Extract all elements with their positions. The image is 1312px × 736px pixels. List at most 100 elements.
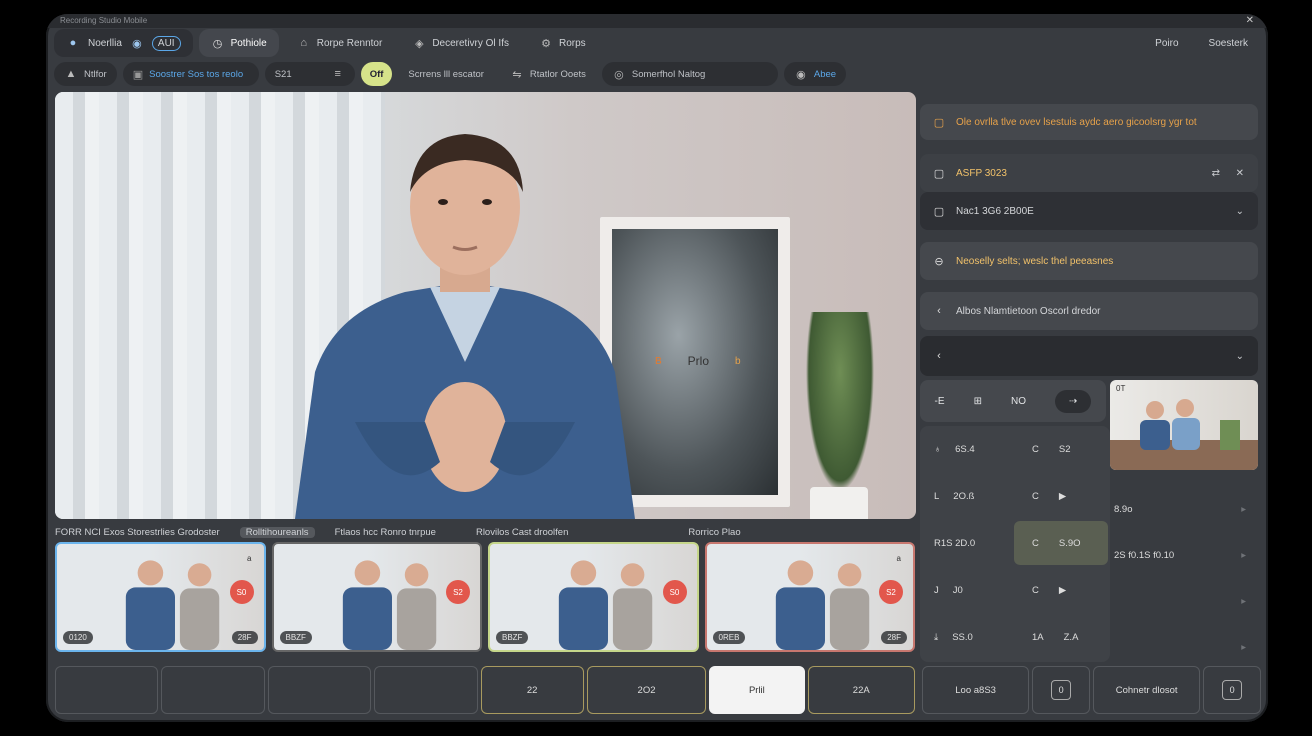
strip-label: Rorrico Plao xyxy=(688,526,741,538)
grid-row[interactable]: L 2O.ß C ▶ xyxy=(920,473,1110,519)
chip-label: Scrrens lll escator xyxy=(408,68,484,80)
home-chip[interactable]: ▲ Ntlfor xyxy=(54,62,117,86)
play-icon: ▶ xyxy=(1058,584,1067,596)
counter-chip[interactable]: S21 ≡ xyxy=(264,62,355,86)
settings-grid: ♁ 6S.4 C S2 L 2O.ß C ▶ R1S 2D.0 C S.9O J J0 C ▶… xyxy=(920,426,1110,662)
j-icon: J xyxy=(934,584,939,596)
bottom-slot[interactable]: 0 xyxy=(1203,666,1261,714)
notice-card[interactable]: ▢ Ole ovrlla tlve ovev lsestuis aydc aer… xyxy=(920,104,1258,140)
preview-thumbnail[interactable]: 0T xyxy=(1110,380,1258,470)
brand-pill[interactable]: ● Noerllia ◉ AUI xyxy=(54,29,193,57)
bottom-slot-active[interactable]: Prlil xyxy=(709,666,805,714)
tool-no[interactable]: NO xyxy=(1011,396,1026,407)
aspect-card[interactable]: ▢ ASFP 3023 ⇄ ✕ xyxy=(920,154,1258,192)
globe-icon: ◉ xyxy=(132,37,142,50)
bottom-slot[interactable]: 22A xyxy=(807,666,915,714)
grid-row[interactable]: ♁ 6S.4 C S2 xyxy=(920,426,1110,472)
grid-row[interactable]: R1S 2D.0 C S.9O xyxy=(920,520,1110,566)
bottom-slot[interactable]: Loo a8S3 xyxy=(921,666,1030,714)
cell: 2O.ß xyxy=(953,490,975,502)
record-badge[interactable]: S0 xyxy=(662,580,687,604)
scene-thumbnail[interactable]: S2 BBZF xyxy=(271,542,482,652)
nav-bar[interactable]: ‹ ⌄ xyxy=(920,336,1258,376)
sub-toolbar: ▲ Ntlfor ▣ Soostrer Sos tos reolo S21 ≡ O… xyxy=(54,61,1260,87)
top-toolbar: ● Noerllia ◉ AUI ◷ Pothiole ⌂ Rorpe Renn… xyxy=(54,28,1260,58)
counter-value: S21 xyxy=(274,68,292,80)
side-row[interactable]: 8.9o ▸ xyxy=(1114,504,1260,515)
frame-icon: ▢ xyxy=(933,205,945,218)
play-icon: ▶ xyxy=(1058,490,1067,502)
record-badge[interactable]: S0 xyxy=(229,580,254,604)
main-video-preview[interactable]: B Prlo b xyxy=(55,92,916,519)
grid-row[interactable]: ⤓ SS.0 1A Z.A xyxy=(920,614,1110,660)
source-chip[interactable]: ▣ Soostrer Sos tos reolo xyxy=(122,62,259,86)
close-icon[interactable]: ✕ xyxy=(1236,168,1244,179)
scene-thumbnail[interactable]: S0 BBZF xyxy=(488,542,699,652)
stream-chip[interactable]: Scrrens lll escator xyxy=(398,62,494,86)
bottom-slot[interactable]: 2O2 xyxy=(586,666,707,714)
side-row[interactable]: 2S f0.1S f0.10 ▸ xyxy=(1114,550,1260,561)
record-badge[interactable]: S2 xyxy=(446,580,470,604)
tab-rorps[interactable]: ⚙ Rorps xyxy=(527,29,598,57)
window-title: Recording Studio Mobile xyxy=(60,16,148,25)
bottom-controls: 22 2O2 Prlil 22A Loo a8S3 0 Cohnetr dlos… xyxy=(55,666,1261,716)
bottom-slot[interactable] xyxy=(267,666,372,714)
scene-time: 0120 xyxy=(63,631,93,644)
end-chip[interactable]: ◉ Abee xyxy=(783,62,847,86)
bottom-slot[interactable] xyxy=(55,666,159,714)
tab-pothiole[interactable]: ◷ Pothiole xyxy=(198,29,279,57)
record-badge[interactable]: S2 xyxy=(879,580,903,604)
swap-icon[interactable]: ⇄ xyxy=(1212,168,1220,179)
cam-chip[interactable]: ⇋ Rtatlor Ooets xyxy=(500,62,596,86)
plant-pot xyxy=(810,487,868,519)
mic-icon: ♁ xyxy=(934,443,942,455)
scene-caption: BBZF xyxy=(496,631,691,644)
bottom-slot[interactable] xyxy=(374,666,478,714)
chevron-down-icon[interactable]: ⌄ xyxy=(1236,351,1244,362)
strip-label: Rlovilos Cast droolfen xyxy=(475,526,569,538)
scene-badge: a xyxy=(896,554,901,563)
add-info-card[interactable]: ‹ Albos Nlamtietoon Oscorl dredor xyxy=(920,292,1258,330)
chevron-left-icon[interactable]: ‹ xyxy=(932,349,946,363)
cell: C xyxy=(1032,490,1039,502)
scene-thumbnail[interactable]: a S2 0REB 28F xyxy=(704,542,915,652)
bottom-slot[interactable]: Cohnetr dlosot xyxy=(1092,666,1201,714)
bottom-slot[interactable]: 0 xyxy=(1032,666,1090,714)
tool-arrow-icon[interactable]: ⇢ xyxy=(1055,389,1092,413)
strip-label: FORR NCI Exos Storestrlies Grodoster xyxy=(55,526,220,538)
chip-label: Abee xyxy=(813,68,837,80)
resolution-select[interactable]: ▢ Nac1 3G6 2B00E ⌄ xyxy=(920,192,1258,230)
tag-chip[interactable]: Off xyxy=(360,62,393,86)
scene-time: 0REB xyxy=(712,631,746,644)
scene-thumbnails: a S0 0120 28F S2 BBZF S0 BBZF a S2 0REB … xyxy=(55,542,915,652)
tool-align-icon[interactable]: -E xyxy=(935,396,945,407)
strip-label: Ftlaos hcc Ronro tnrpue xyxy=(334,526,436,538)
close-icon[interactable]: ✕ xyxy=(1246,14,1254,28)
grid-row[interactable]: J J0 C ▶ xyxy=(920,567,1110,613)
scene-thumbnail[interactable]: a S0 0120 28F xyxy=(55,542,266,652)
tab-label: Rorpe Renntor xyxy=(316,37,383,49)
chevron-down-icon[interactable]: ⌄ xyxy=(1236,206,1244,217)
chevron-right-icon: ▸ xyxy=(1241,504,1246,515)
message-card[interactable]: ⊖ Neoselly selts; weslc thel peeasnes xyxy=(920,242,1258,280)
menu-poiro[interactable]: Poiro xyxy=(1143,29,1190,57)
scene-fps: 28F xyxy=(881,631,907,644)
aux-chip[interactable]: ◎ Somerfhol Naltog xyxy=(601,62,778,86)
side-label: 8.9o xyxy=(1114,504,1133,515)
aspect-label: ASFP 3023 xyxy=(956,167,1007,179)
menu-icon: ≡ xyxy=(334,68,341,80)
tab-deceretivry[interactable]: ◈ Deceretivry Ol Ifs xyxy=(400,29,521,57)
menu-soesterk[interactable]: Soesterk xyxy=(1197,29,1260,57)
tool-grid-icon[interactable]: ⊞ xyxy=(974,396,982,407)
bottom-slot[interactable] xyxy=(161,666,265,714)
tab-rorpe-renntor[interactable]: ⌂ Rorpe Renntor xyxy=(285,29,395,57)
two-person-icon xyxy=(1110,399,1258,470)
chip-label: Soostrer Sos tos reolo xyxy=(149,68,244,80)
strip-label[interactable]: Rolltihoureanls xyxy=(239,526,315,538)
bottom-slot[interactable]: 22 xyxy=(480,666,584,714)
slot-label: 22 xyxy=(526,684,538,696)
cell: C xyxy=(1032,584,1039,596)
ai-toggle[interactable]: AUI xyxy=(151,35,181,51)
tab-label: Rorps xyxy=(559,37,586,49)
target-icon: ◎ xyxy=(614,68,624,81)
